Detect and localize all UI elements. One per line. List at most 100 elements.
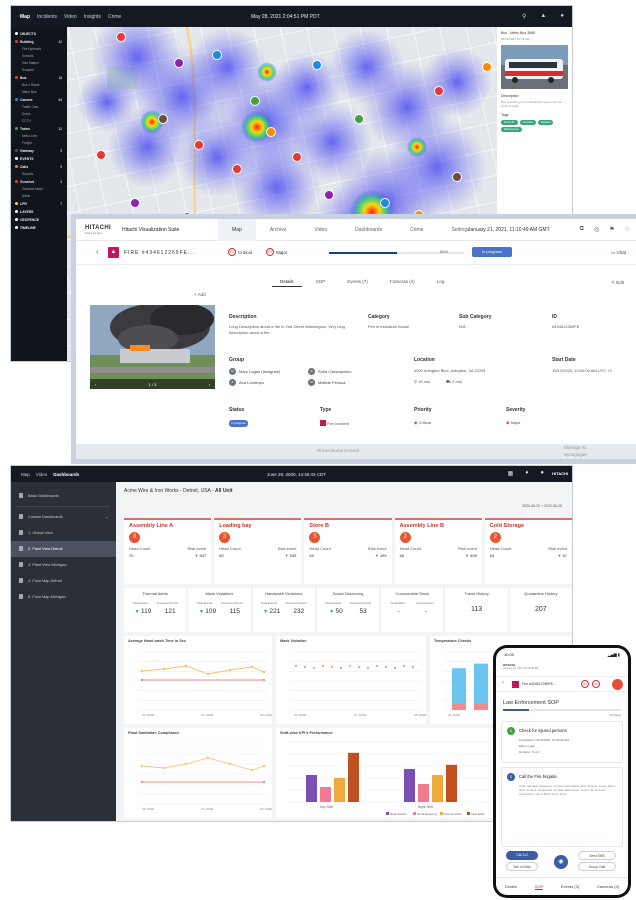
- user-icon[interactable]: ●: [560, 13, 564, 20]
- nav-insights[interactable]: Insights: [84, 14, 101, 20]
- flag-icon[interactable]: ⚑: [609, 226, 614, 233]
- nav-incidents[interactable]: Incidents: [37, 14, 57, 20]
- tag-chip[interactable]: Maintenance: [501, 127, 522, 132]
- stat-card[interactable]: Quarantine History 207: [509, 588, 572, 632]
- prev-photo-icon[interactable]: ‹: [95, 382, 96, 387]
- tag-chip[interactable]: Crowded: [519, 120, 536, 125]
- map-marker-icon[interactable]: [324, 190, 334, 200]
- sidebar-item[interactable]: Alerts: [11, 193, 67, 200]
- sidebar-item[interactable]: GEOFENCE: [11, 216, 67, 224]
- bell-icon[interactable]: ♦: [525, 470, 528, 477]
- see-on-map-button[interactable]: See on Map: [506, 862, 538, 871]
- map-marker-icon[interactable]: [250, 96, 260, 106]
- tab-dashboards[interactable]: Dashboards: [341, 219, 396, 241]
- map-marker-icon[interactable]: [452, 172, 462, 182]
- map-marker-icon[interactable]: [232, 164, 242, 174]
- call-button[interactable]: Call 112: [506, 851, 538, 860]
- kpi-card[interactable]: Store B 3 Head Count Risk event 69 ▼ 499: [304, 518, 392, 584]
- grid-icon[interactable]: ▦: [508, 470, 514, 477]
- sidebar-item[interactable]: Reports: [11, 171, 67, 178]
- nav-map[interactable]: Map: [21, 472, 30, 477]
- tab-video[interactable]: Video: [300, 219, 341, 241]
- tab-crime[interactable]: Crime: [396, 219, 437, 241]
- sidebar-item[interactable]: Camera 64: [11, 96, 67, 104]
- sidebar-item[interactable]: Metro Line: [11, 133, 67, 140]
- sidebar-item[interactable]: Bus 18: [11, 74, 67, 82]
- sidebar-item[interactable]: LPR 7: [11, 200, 67, 208]
- map-marker-icon[interactable]: [354, 114, 364, 124]
- stat-card[interactable]: Mask Violations Total Events Previous Peri…: [188, 588, 251, 632]
- nav-crime[interactable]: Crime: [108, 14, 121, 20]
- sidebar-item[interactable]: Calls 9: [11, 163, 67, 171]
- sidebar-item[interactable]: Freight: [11, 140, 67, 147]
- bell-icon[interactable]: ♢: [625, 226, 630, 233]
- nav-dashboards[interactable]: Dashboards: [53, 472, 79, 477]
- search-icon[interactable]: ⚲: [522, 13, 526, 20]
- map-marker-icon[interactable]: [482, 62, 492, 72]
- stat-card[interactable]: Thermal Alerts Total Events Previous Perio…: [124, 588, 187, 632]
- info-icon[interactable]: ◎: [594, 226, 599, 233]
- sidebar-item[interactable]: Trains 12: [11, 125, 67, 133]
- sidebar-item[interactable]: Gunshot 3: [11, 178, 67, 186]
- sidebar-item[interactable]: Fire Hydrants: [11, 46, 67, 53]
- subtab-sop[interactable]: SOP: [308, 277, 334, 287]
- map-marker-icon[interactable]: [174, 58, 184, 68]
- group-member[interactable]: M Mary Logan (Assignee): [229, 368, 280, 375]
- sop-step-1[interactable]: 1 Check for injured persons Completed: 1…: [501, 721, 623, 763]
- sidebar-item-basic[interactable]: Basic Dashboards: [11, 488, 116, 504]
- map-marker-icon[interactable]: [292, 152, 302, 162]
- kpi-card[interactable]: Loading bay 3 Head Count Risk event 60 ▼ 545: [214, 518, 302, 584]
- subtab-details[interactable]: Details: [272, 277, 302, 287]
- map-marker-icon[interactable]: [158, 114, 168, 124]
- stat-card[interactable]: Handwash Violations Total Events Previous …: [252, 588, 315, 632]
- edit-button[interactable]: ✎ Edit: [611, 280, 624, 286]
- sidebar-item-floor-michigan[interactable]: 5- Floor Map Michigan: [11, 589, 116, 605]
- kpi-card[interactable]: Assembly Line B 2 Head Count Risk event 66 ▼ …: [394, 518, 482, 584]
- map-marker-icon[interactable]: [116, 32, 126, 42]
- sidebar-item-floor-detroit[interactable]: 4- Floor Map Detroit: [11, 573, 116, 589]
- breadcrumb-path[interactable]: Acme Wire & Iron Works - Detroit, USA -: [124, 488, 215, 494]
- map-marker-icon[interactable]: [212, 50, 222, 60]
- sidebar-item[interactable]: EVENTS: [11, 155, 67, 163]
- tab-sop[interactable]: SOP: [534, 884, 544, 890]
- sidebar-item[interactable]: Gateway 5: [11, 147, 67, 155]
- sidebar-item-global-view[interactable]: 1- Global View: [11, 525, 116, 541]
- tab-details[interactable]: Details: [505, 884, 517, 889]
- back-icon[interactable]: ‹: [96, 247, 99, 256]
- bell-icon[interactable]: ▲: [540, 13, 546, 20]
- sidebar-item[interactable]: CCTV: [11, 118, 67, 125]
- tab-archive[interactable]: Archive: [256, 219, 301, 241]
- kpi-card[interactable]: Cold Storage 2 Head Count Risk event 64 ▼ 57: [484, 518, 572, 584]
- date-range[interactable]: 2020-06-22 > 2020-06-28: [522, 504, 562, 508]
- fire-photo[interactable]: [90, 305, 215, 389]
- add-media-button[interactable]: + Add: [194, 292, 206, 297]
- sidebar-item[interactable]: Bus 1 Route: [11, 82, 67, 89]
- sidebar-item[interactable]: Metro Bus: [11, 89, 67, 96]
- sidebar-item[interactable]: Traffic Cam: [11, 104, 67, 111]
- map-marker-icon[interactable]: [380, 198, 390, 208]
- map-marker-icon[interactable]: [266, 127, 276, 137]
- sidebar-item[interactable]: Gunshot Alerts: [11, 186, 67, 193]
- user-icon[interactable]: ●: [540, 470, 544, 477]
- tag-chip[interactable]: Route 41: [501, 120, 518, 125]
- camera-icon[interactable]: ◉: [554, 855, 568, 869]
- sidebar-item-plant-michigan[interactable]: 3- Plant View Michigan: [11, 557, 116, 573]
- subtab-log[interactable]: Log: [429, 277, 453, 287]
- map-marker-icon[interactable]: [434, 86, 444, 96]
- sidebar-item[interactable]: LAYERS: [11, 208, 67, 216]
- sidebar-item[interactable]: Drone: [11, 111, 67, 118]
- nav-map[interactable]: Map: [20, 14, 30, 20]
- group-member[interactable]: M Matilde Pessoa: [308, 379, 345, 386]
- subtab-cameras[interactable]: Cameras (4): [382, 277, 423, 287]
- stat-card[interactable]: Social Distancing Total Events Previous Pe…: [316, 588, 380, 632]
- tab-map[interactable]: Map: [218, 219, 256, 241]
- group-member[interactable]: A Ana Lourenço: [229, 379, 264, 386]
- tab-cameras[interactable]: Cameras (4): [597, 884, 619, 889]
- sidebar-item-custom[interactable]: Custom Dashboards ⌄: [11, 509, 116, 525]
- sidebar-item[interactable]: Schools: [11, 53, 67, 60]
- sidebar-item-plant-detroit[interactable]: 2- Plant View Detroit: [11, 541, 116, 557]
- copy-icon[interactable]: ⧉: [580, 226, 584, 233]
- kpi-card[interactable]: Assembly Line A 3 Head Count Risk event 70 ▼ …: [124, 518, 212, 584]
- group-member[interactable]: S Sofia Cassaquinho: [308, 368, 352, 375]
- sidebar-item[interactable]: TIMELINE: [11, 224, 67, 232]
